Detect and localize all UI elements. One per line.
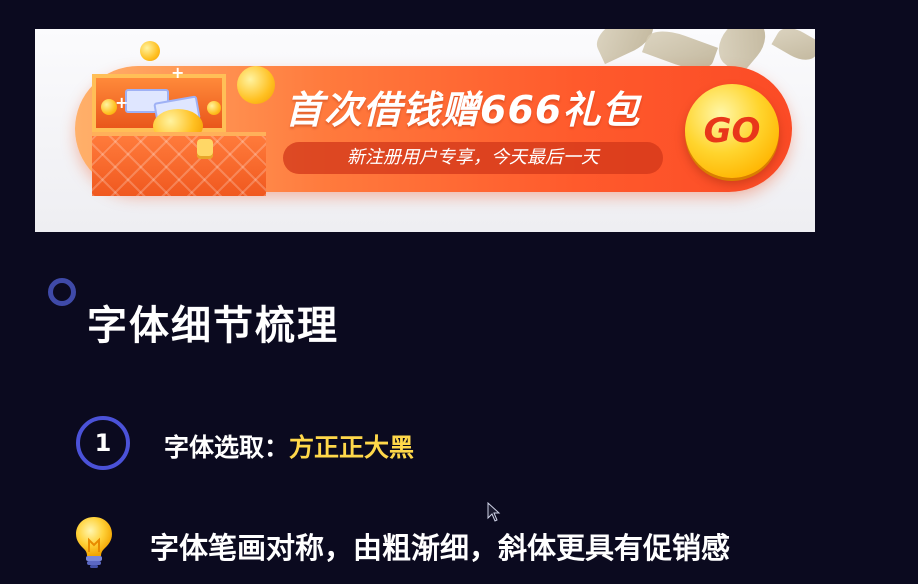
go-button[interactable]: GO: [685, 84, 779, 178]
banner-subline: 新注册用户专享，今天最后一天: [347, 147, 599, 168]
section-title: 字体细节梳理: [87, 303, 339, 349]
item-value: 方正正大黑: [289, 433, 415, 462]
ring-icon: [48, 278, 76, 306]
promo-banner[interactable]: + + 首次借钱赠666礼包 新注册用户专享，今天最后一天 GO: [35, 29, 815, 232]
banner-subline-pill: 新注册用户专享，今天最后一天: [283, 142, 663, 174]
go-button-label: GO: [703, 111, 761, 151]
treasure-chest-icon: [92, 132, 266, 196]
item-label: 字体选取：: [164, 433, 290, 462]
list-item: 字体选取：方正正大黑: [164, 428, 414, 464]
banner-headline: 首次借钱赠666礼包: [285, 88, 641, 132]
plus-icon: +: [171, 63, 185, 82]
plus-icon: +: [115, 93, 129, 112]
mouse-cursor-icon: [487, 502, 501, 522]
coin-icon: [140, 41, 160, 61]
slide: + + 首次借钱赠666礼包 新注册用户专享，今天最后一天 GO 字体细节梳理 …: [0, 0, 918, 584]
tip-text: 字体笔画对称，由粗渐细，斜体更具有促销感: [150, 531, 731, 565]
light-bulb-icon: [76, 517, 112, 568]
coin-icon: [207, 101, 221, 115]
item-number-badge: 1: [76, 416, 130, 470]
coin-icon: [237, 66, 275, 104]
lock-icon: [197, 139, 213, 159]
leaf-decoration: [771, 29, 815, 67]
